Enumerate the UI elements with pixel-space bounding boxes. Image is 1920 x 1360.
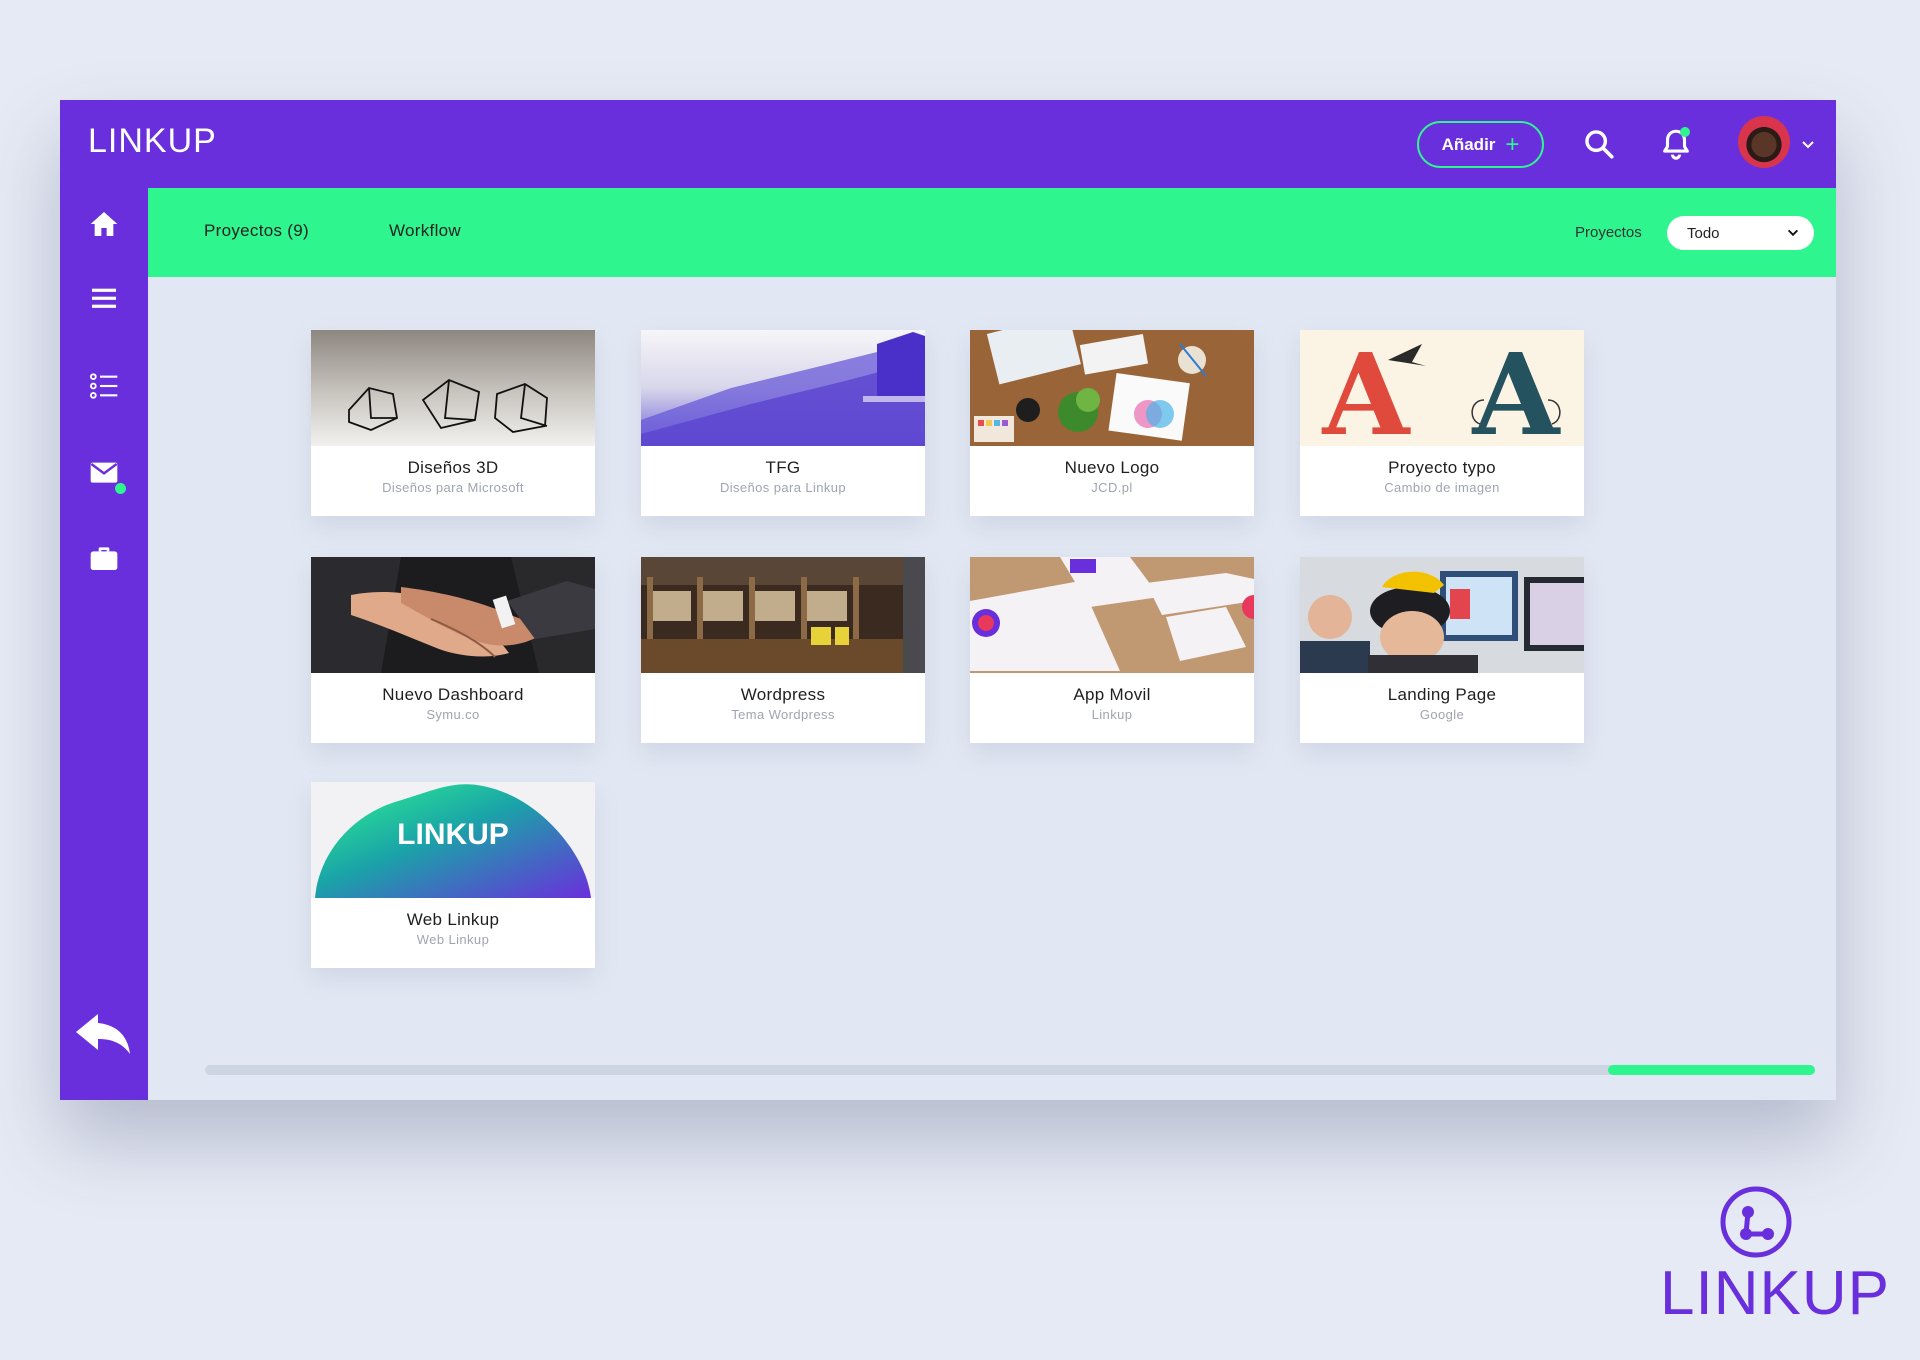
typo-letter-left: A	[1322, 330, 1412, 446]
project-card[interactable]: Landing Page Google	[1300, 557, 1584, 743]
project-thumbnail	[970, 557, 1254, 673]
web-linkup-thumb-text: LINKUP	[397, 818, 509, 851]
add-button[interactable]: Añadir +	[1417, 121, 1544, 168]
chevron-down-icon[interactable]	[1800, 136, 1816, 152]
project-title: Web Linkup	[406, 910, 500, 929]
filter-select[interactable]: Todo	[1667, 216, 1814, 250]
project-subtitle: Linkup	[1091, 707, 1133, 722]
project-card[interactable]: TFG Diseños para Linkup	[641, 330, 925, 516]
project-subtitle: Symu.co	[426, 707, 480, 722]
project-thumbnail	[970, 330, 1254, 446]
mail-badge	[115, 483, 126, 494]
top-bar: LINKUP Añadir +	[60, 100, 1836, 188]
project-card[interactable]: Nuevo Dashboard Symu.co	[311, 557, 595, 743]
app-window: LINKUP Añadir + Proyectos (9) Workflow P…	[60, 100, 1836, 1100]
project-subtitle: Web Linkup	[416, 932, 490, 947]
project-subtitle: Diseños para Microsoft	[382, 480, 524, 495]
project-title: Proyecto typo	[1388, 458, 1496, 477]
search-icon[interactable]	[1582, 127, 1616, 161]
project-title: Diseños 3D	[407, 458, 499, 477]
project-subtitle: Diseños para Linkup	[719, 480, 847, 495]
briefcase-icon[interactable]	[88, 542, 120, 574]
typo-letter-right: A	[1472, 330, 1562, 446]
project-title: TFG	[765, 458, 801, 477]
add-button-label: Añadir	[1441, 134, 1496, 154]
plus-icon: +	[1505, 130, 1520, 158]
notification-badge	[1680, 127, 1690, 137]
horizontal-scrollbar-track[interactable]	[205, 1065, 1815, 1075]
project-thumbnail	[1300, 557, 1584, 673]
filter-value: Todo	[1687, 224, 1720, 242]
app-logo[interactable]: LINKUP	[88, 122, 217, 161]
project-card[interactable]: App Movil Linkup	[970, 557, 1254, 743]
project-subtitle: Google	[1419, 707, 1465, 722]
project-title: Wordpress	[740, 685, 826, 704]
project-subtitle: Tema Wordpress	[731, 707, 835, 722]
project-title: Nuevo Dashboard	[382, 685, 524, 704]
chevron-down-icon	[1787, 229, 1799, 237]
filter-label: Proyectos	[1575, 224, 1642, 241]
project-thumbnail	[311, 557, 595, 673]
project-thumbnail	[641, 330, 925, 446]
sidebar	[60, 188, 148, 1100]
project-card[interactable]: Diseños 3D Diseños para Microsoft	[311, 330, 595, 516]
project-title: App Movil	[1073, 685, 1151, 704]
list-icon[interactable]	[88, 370, 120, 402]
project-thumbnail: A A	[1300, 330, 1584, 446]
avatar[interactable]	[1738, 116, 1790, 168]
tab-workflow[interactable]: Workflow	[389, 221, 461, 241]
tab-projects[interactable]: Proyectos (9)	[204, 221, 309, 241]
project-thumbnail: LINKUP	[311, 782, 595, 898]
reply-icon[interactable]	[74, 1008, 134, 1058]
project-thumbnail	[311, 330, 595, 446]
project-subtitle: Cambio de imagen	[1384, 480, 1500, 495]
project-title: Landing Page	[1387, 685, 1497, 704]
menu-icon[interactable]	[88, 282, 120, 314]
home-icon[interactable]	[88, 208, 120, 240]
sub-bar: Proyectos (9) Workflow Proyectos Todo	[148, 188, 1836, 277]
project-card[interactable]: Wordpress Tema Wordpress	[641, 557, 925, 743]
brand-wordmark: LINKUP	[1660, 1259, 1890, 1328]
linkup-brand-icon	[1720, 1186, 1792, 1258]
project-card[interactable]: Nuevo Logo JCD.pl	[970, 330, 1254, 516]
project-thumbnail	[641, 557, 925, 673]
project-subtitle: JCD.pl	[1091, 480, 1133, 495]
project-title: Nuevo Logo	[1064, 458, 1160, 477]
horizontal-scrollbar-thumb[interactable]	[1608, 1065, 1815, 1075]
mail-icon[interactable]	[88, 456, 120, 488]
project-card[interactable]: LINKUP Web Linkup Web Linkup	[311, 782, 595, 968]
project-card[interactable]: A A Proyecto typo Cambio de imagen	[1300, 330, 1584, 516]
